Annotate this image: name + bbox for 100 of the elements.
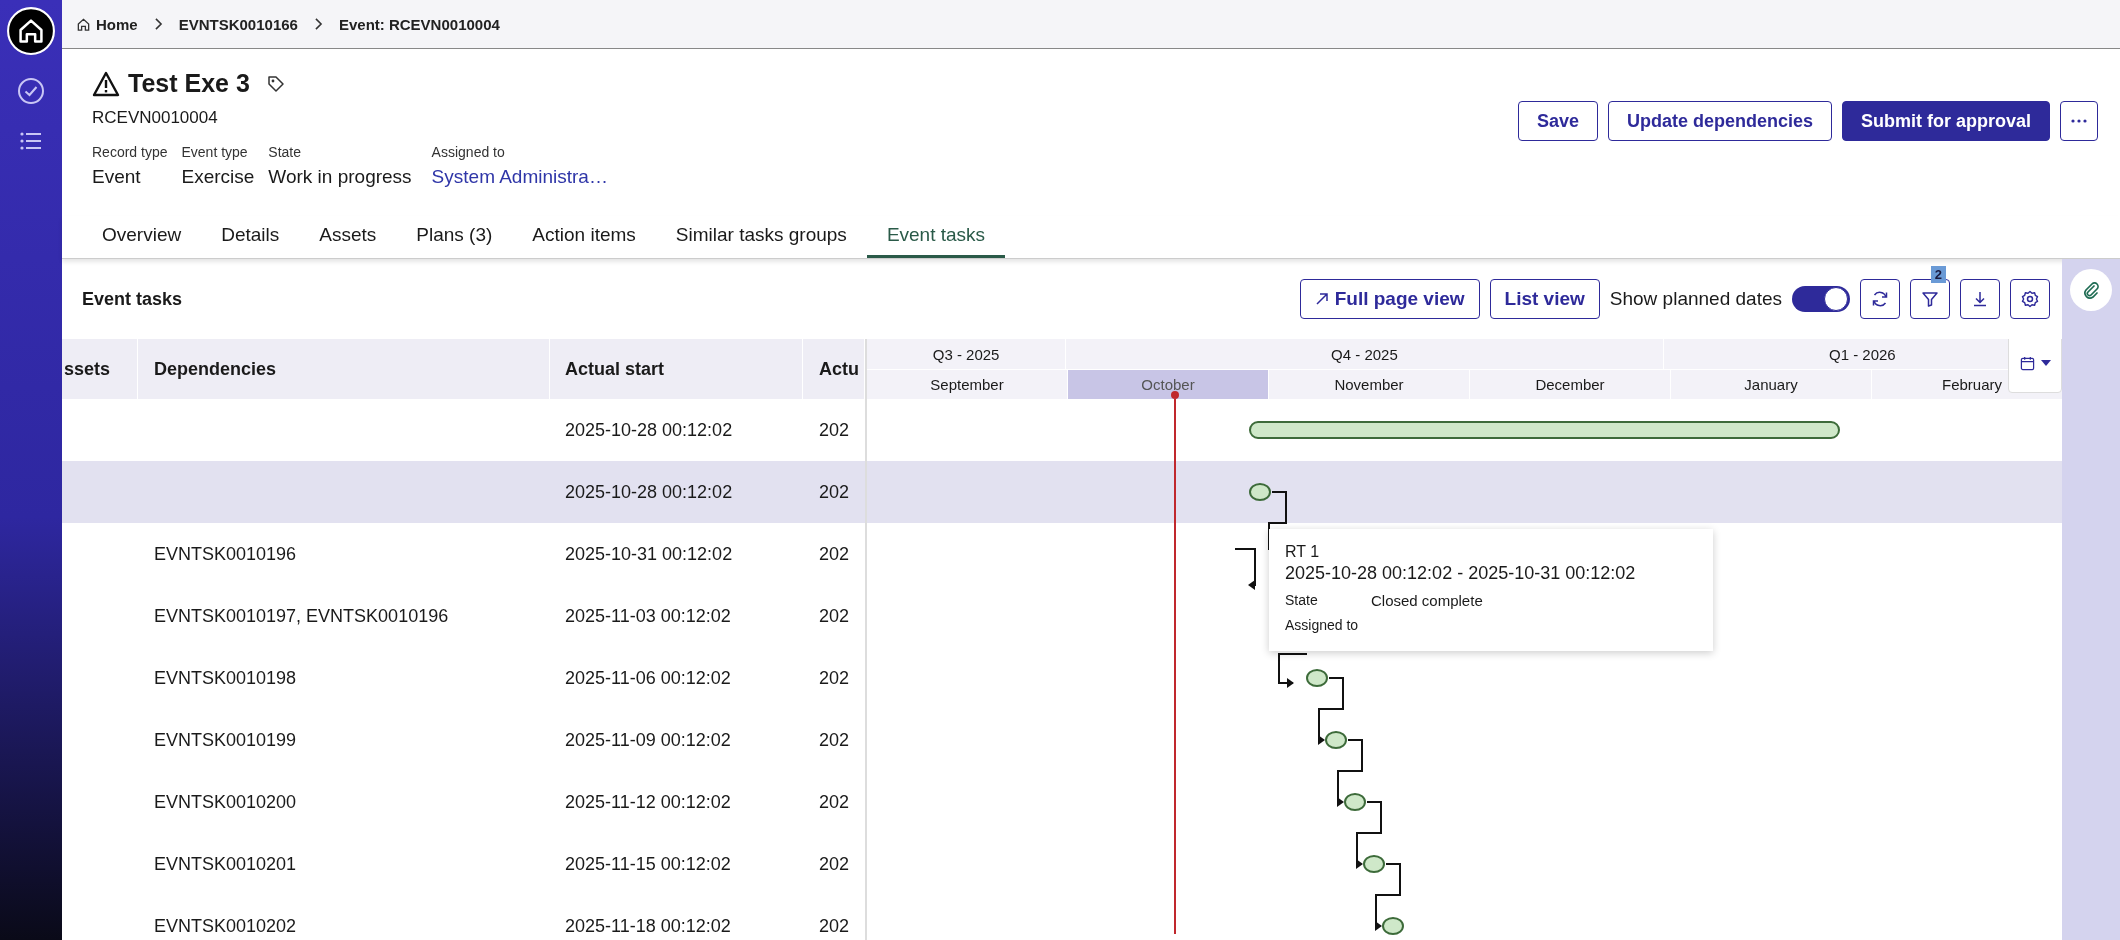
table-cell: 202 (819, 853, 850, 874)
table-cell: 202 (819, 915, 850, 936)
quarter-header: Q3 - 2025 (867, 339, 1067, 369)
breadcrumb-link[interactable]: EVNTSK0010166 (178, 15, 298, 33)
calendar-icon (2019, 355, 2035, 371)
settings-icon (2020, 289, 2040, 309)
table-row[interactable]: EVNTSK0010199 2025-11-09 00:12:02 202 (62, 709, 865, 771)
table-cell: EVNTSK0010202 (154, 915, 297, 936)
table-cell: 202 (819, 605, 850, 626)
task-milestone[interactable] (1325, 731, 1347, 749)
task-milestone[interactable] (1382, 917, 1404, 935)
column-header[interactable]: ssets (62, 339, 138, 399)
record-title: Test Exe 3 (128, 69, 250, 98)
table-row[interactable]: EVNTSK0010201 2025-11-15 00:12:02 202 (62, 833, 865, 895)
check-circle-icon[interactable] (16, 76, 46, 106)
month-header: November (1269, 369, 1470, 399)
table-cell: EVNTSK0010197, EVNTSK0010196 (154, 605, 449, 626)
toggle-label: Show planned dates (1609, 288, 1782, 310)
attachment-button[interactable] (2070, 269, 2112, 311)
task-milestone[interactable] (1363, 855, 1385, 873)
table-row[interactable]: 2025-10-28 00:12:02 202 (62, 461, 865, 523)
table-cell: EVNTSK0010196 (154, 543, 297, 564)
refresh-button[interactable] (1860, 279, 1900, 319)
action-button[interactable]: Submit for approval (1842, 101, 2050, 141)
more-icon (2071, 119, 2087, 123)
filter-button[interactable] (1910, 279, 1950, 319)
table-cell: 202 (819, 481, 850, 502)
paperclip-icon (2081, 280, 2101, 300)
column-header[interactable]: Actual start (550, 339, 803, 399)
view-button[interactable]: List view (1489, 279, 1600, 319)
month-header: January (1671, 369, 1872, 399)
dependency-arrow (1356, 801, 1382, 869)
table-cell: 202 (819, 729, 850, 750)
tab[interactable]: Overview (82, 216, 202, 258)
table-cell: 202 (819, 419, 850, 440)
field-value: Event (92, 166, 142, 188)
table-cell: 2025-11-15 00:12:02 (565, 853, 731, 874)
month-header: October (1068, 369, 1269, 399)
table-cell: EVNTSK0010200 (154, 791, 297, 812)
panel-title: Event tasks (82, 288, 183, 310)
table-cell: 2025-10-28 00:12:02 (565, 419, 733, 440)
task-milestone[interactable] (1306, 669, 1328, 687)
table-cell: 2025-11-06 00:12:02 (565, 667, 731, 688)
table-row[interactable]: EVNTSK0010202 2025-11-18 00:12:02 202 (62, 895, 865, 940)
tooltip-label: Assigned to (1285, 617, 1360, 633)
action-button[interactable]: Save (1517, 101, 1598, 141)
table-cell: 202 (819, 543, 850, 564)
dependency-arrow (1234, 548, 1256, 590)
table-cell: 2025-11-09 00:12:02 (565, 729, 731, 750)
toggle-switch[interactable] (1792, 286, 1850, 312)
tab[interactable]: Event tasks (866, 216, 1006, 258)
record-number: RCEVN0010004 (92, 108, 219, 128)
tab[interactable]: Similar tasks groups (655, 216, 867, 258)
tab[interactable]: Plans (3) (396, 216, 513, 258)
tab[interactable]: Details (201, 216, 300, 258)
tab[interactable]: Assets (299, 216, 397, 258)
task-milestone[interactable] (1249, 483, 1271, 501)
tooltip-label: State (1285, 592, 1319, 609)
task-milestone[interactable] (1344, 793, 1366, 811)
table-row[interactable]: 2025-10-28 00:12:02 202 (62, 399, 865, 461)
warning-icon (92, 70, 120, 97)
dependency-arrow (1337, 739, 1363, 807)
field-label: State (268, 144, 303, 160)
tooltip-title: RT 1 (1285, 543, 1321, 561)
arrow-up-right-icon (1314, 292, 1329, 306)
today-marker (1171, 391, 1179, 399)
home-icon (76, 16, 91, 32)
table-row[interactable]: EVNTSK0010197, EVNTSK0010196 2025-11-03 00:12:02 202 (62, 585, 865, 647)
calendar-dropdown[interactable] (2008, 339, 2062, 393)
chevron-right-icon (153, 18, 163, 30)
table-row[interactable]: EVNTSK0010196 2025-10-31 00:12:02 202 (62, 523, 865, 585)
action-button[interactable]: Update dependencies (1607, 101, 1832, 141)
breadcrumb-link[interactable]: Home (76, 15, 138, 33)
table-cell: 2025-11-12 00:12:02 (565, 791, 731, 812)
tab[interactable]: Action items (512, 216, 656, 258)
field-label: Event type (181, 144, 249, 160)
dependency-arrow (1375, 863, 1401, 931)
tag-icon[interactable] (265, 73, 286, 94)
caret-down-icon (2040, 360, 2051, 366)
table-row[interactable]: EVNTSK0010198 2025-11-06 00:12:02 202 (62, 647, 865, 709)
home-icon[interactable] (6, 6, 56, 56)
settings-button[interactable] (2010, 279, 2050, 319)
table-cell: 2025-10-31 00:12:02 (565, 543, 733, 564)
table-cell: 202 (819, 667, 850, 688)
table-cell: 2025-11-18 00:12:02 (565, 915, 731, 936)
task-bar[interactable] (1249, 421, 1840, 439)
table-cell: 2025-11-03 00:12:02 (565, 605, 731, 626)
more-button[interactable] (2060, 101, 2098, 141)
table-cell: EVNTSK0010201 (154, 853, 297, 874)
table-row[interactable]: EVNTSK0010200 2025-11-12 00:12:02 202 (62, 771, 865, 833)
view-button[interactable]: Full page view (1299, 279, 1480, 319)
dependency-arrow (1318, 677, 1344, 745)
tooltip-dates: 2025-10-28 00:12:02 - 2025-10-31 00:12:02 (1285, 563, 1637, 584)
column-header[interactable]: Actu (803, 339, 865, 399)
field-link[interactable]: System Administra… (431, 166, 608, 188)
breadcrumb-link[interactable]: Event: RCEVN0010004 (338, 15, 500, 33)
download-button[interactable] (1960, 279, 2000, 319)
column-header[interactable]: Dependencies (138, 339, 550, 399)
table-cell: EVNTSK0010199 (154, 729, 297, 750)
field-label: Assigned to (431, 144, 506, 160)
